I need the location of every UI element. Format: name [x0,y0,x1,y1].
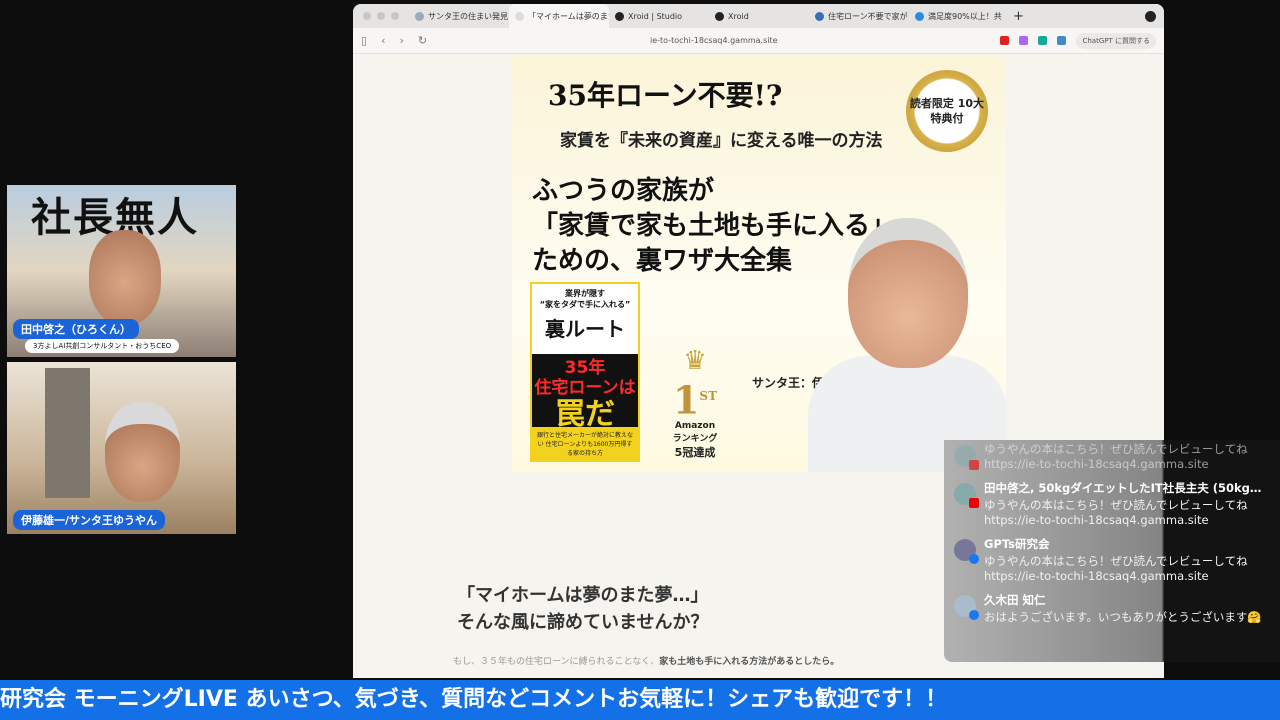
chat-message: 久木田 知仁おはようございます。いつもありがとうございます🤗 [954,592,1270,625]
heading-line: 「マイホームは夢のまた夢…」 [457,582,708,609]
banner-subheadline: 家賃を『未来の資産』に変える唯一の方法 [560,126,883,151]
extension-icon[interactable] [1038,36,1047,45]
crown-icon: ♛ [660,346,730,376]
ranking-badge: ♛ 1ST Amazon ランキング 5冠達成 [660,346,730,460]
book-quote: “家をタダで手に入れる” [536,299,634,310]
participant-name: 田中啓之（ひろくん） [13,319,139,339]
para-light: もし、３５年もの住宅ローンに縛られることなく、 [453,657,659,667]
youtube-icon [969,460,979,470]
participant-face [105,402,180,502]
avatar [954,595,976,617]
tab[interactable]: Xroid [709,4,809,28]
rank-line: 5冠達成 [660,444,730,460]
rank-line: Amazon [660,421,730,431]
tab-active[interactable]: 「マイホームは夢のまた [509,4,609,28]
tab-label: Xroid | Studio [628,12,682,21]
page-heading: 「マイホームは夢のまた夢…」 そんな風に諦めていませんか？ [457,582,708,636]
address-bar[interactable]: ie-to-tochi-18csaq4.gamma.site [427,36,1000,45]
profile-icon[interactable] [1145,11,1156,22]
extension-icon[interactable] [1057,36,1066,45]
tab[interactable]: 満足度90%以上！共 [909,4,1009,28]
tab[interactable]: 住宅ローン不要で家が [809,4,909,28]
book-cover: 業界が隠す“家をタダで手に入れる”裏ルート 35年住宅ローンは罠だ 銀行と住宅メ… [530,282,640,462]
toolbar: ▯ ‹ › ↻ ie-to-tochi-18csaq4.gamma.site Chat… [353,28,1164,54]
rank-line: ランキング [660,431,730,444]
book-title: 裏ルート [536,313,634,342]
chat-overlay: ゆうやんの本はこちら！ぜひ読んでレビューしてねhttps://ie-to-toc… [944,440,1280,662]
xroid-icon [615,12,624,21]
favicon-icon [415,12,424,21]
heading-line: そんな風に諦めていませんか？ [457,609,708,636]
chat-message: 田中啓之, 50kgダイエットしたIT社長主夫 (50kg… ゆうやんの本はこちら… [954,480,1270,528]
chat-message: ゆうやんの本はこちら！ぜひ読んでレビューしてねhttps://ie-to-toc… [954,442,1270,472]
facebook-icon [969,610,979,620]
tab-label: 「マイホームは夢のまた [528,11,609,22]
rank-number: 1 [673,378,699,423]
author-photo [808,206,1006,472]
avatar [954,483,976,505]
chat-author: GPTs研究会 [984,536,1270,552]
avatar [954,539,976,561]
participant-name: 伊藤雄一/サンタ王ゆうやん [13,510,165,530]
wordpress-icon [815,12,824,21]
participant-face [89,230,161,325]
facebook-icon [969,554,979,564]
extension-icon[interactable] [1019,36,1028,45]
participant-subtitle: 3方よしAI共創コンサルタント・おうちCEO [25,339,179,353]
chat-author: 久木田 知仁 [984,592,1262,608]
book-footer: 銀行と住宅メーカーが絶対に教えない 住宅ローンよりも1600万円得する家の持ち方 [532,427,638,460]
tab-label: 満足度90%以上！共 [928,11,1002,22]
video-tile-ito: 伊藤雄一/サンタ王ゆうやん [7,362,236,534]
forward-icon[interactable]: › [399,34,403,47]
tab[interactable]: サンタ王の住まい発見 [409,4,509,28]
chat-author: 田中啓之, 50kgダイエットしたIT社長主夫 (50kg… [984,480,1270,496]
youtube-icon [969,498,979,508]
back-icon[interactable]: ‹ [381,34,385,47]
medal-badge: 読者限定 10大特典付 [906,70,988,152]
chat-text: ゆうやんの本はこちら！ぜひ読んでレビューしてねhttps://ie-to-toc… [984,442,1270,472]
window-controls[interactable] [353,12,409,20]
banner-headline: 35年ローン不要!? [548,74,782,114]
page-paragraph: もし、３５年もの住宅ローンに縛られることなく、家も土地も手に入れる方法があるとし… [453,654,839,667]
fireplace [45,368,90,498]
xroid-icon [715,12,724,21]
chatgpt-button[interactable]: ChatGPT に質問する [1076,33,1156,49]
rank-suffix: ST [699,389,717,403]
chat-text: おはようございます。いつもありがとうございます🤗 [984,610,1262,625]
tab[interactable]: Xroid | Studio [609,4,709,28]
tab-bar: サンタ王の住まい発見 「マイホームは夢のまた Xroid | Studio Xr… [353,4,1164,28]
favicon-icon [515,12,524,21]
tab-label: サンタ王の住まい発見 [428,11,508,22]
video-tile-tanaka: 社長無人 田中啓之（ひろくん） 3方よしAI共創コンサルタント・おうちCEO [7,185,236,357]
new-tab-button[interactable]: + [1013,9,1024,24]
chat-message: GPTs研究会ゆうやんの本はこちら！ぜひ読んでレビューしてね https://i… [954,536,1270,584]
tab-label: 住宅ローン不要で家が [828,11,908,22]
avatar [954,445,976,467]
reload-icon[interactable]: ↻ [418,34,427,47]
chat-text: ゆうやんの本はこちら！ぜひ読んでレビューしてね https://ie-to-to… [984,554,1270,584]
chat-text: ゆうやんの本はこちら！ぜひ読んでレビューしてねhttps://ie-to-toc… [984,498,1270,528]
ticker-banner: 研究会 モーニングLIVE あいさつ、気づき、質問などコメントお気軽に！シェアも… [0,680,1280,720]
favicon-icon [915,12,924,21]
para-bold: 家も土地も手に入れる方法があるとしたら。 [659,657,839,667]
hero-banner-image: 35年ローン不要!? 家賃を『未来の資産』に変える唯一の方法 読者限定 10大特… [512,56,1006,472]
book-red2: 住宅ローンは [532,378,638,398]
sidebar-icon[interactable]: ▯ [361,34,367,47]
tab-label: Xroid [728,12,749,21]
main-line: ふつうの家族が [532,174,896,209]
extension-icon[interactable] [1000,36,1009,45]
book-small: 業界が隠す [536,288,634,299]
book-red1: 35年 [532,358,638,378]
